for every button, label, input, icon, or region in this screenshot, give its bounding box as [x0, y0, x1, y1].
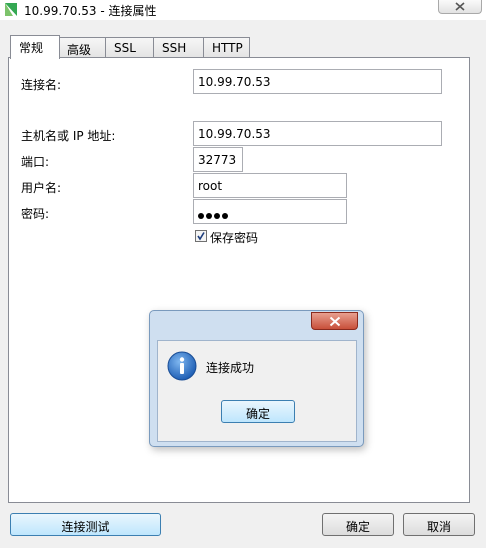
password-dot [222, 213, 228, 219]
window-title: 10.99.70.53 - 连接属性 [24, 4, 157, 18]
app-logo-icon [5, 3, 17, 16]
dialog-ok-button[interactable]: 确定 [221, 400, 295, 423]
dialog-close-button[interactable] [311, 312, 358, 330]
cancel-button[interactable]: 取消 [403, 513, 475, 536]
host-label: 主机名或 IP 地址: [21, 129, 116, 143]
window-close-button[interactable] [438, 0, 482, 14]
checkmark-icon [197, 232, 205, 241]
host-input[interactable]: 10.99.70.53 [193, 121, 442, 146]
tab-http[interactable]: HTTP [203, 37, 250, 58]
port-label: 端口: [21, 155, 50, 169]
password-dot [206, 213, 212, 219]
password-label: 密码: [21, 207, 50, 221]
tab-general[interactable]: 常规 [10, 35, 60, 59]
tab-ssl[interactable]: SSL [105, 37, 154, 58]
username-input[interactable]: root [193, 173, 347, 198]
username-label: 用户名: [21, 181, 62, 195]
password-dot [214, 213, 220, 219]
password-input[interactable] [193, 199, 347, 224]
password-mask [198, 208, 230, 222]
dialog-body: 连接成功 确定 [157, 340, 357, 442]
test-connection-button[interactable]: 连接测试 [10, 513, 161, 536]
save-password-label: 保存密码 [210, 231, 259, 245]
close-icon [455, 2, 465, 11]
dialog-message: 连接成功 [206, 361, 255, 375]
tab-advanced[interactable]: 高级 [58, 37, 106, 58]
info-icon [167, 351, 197, 381]
tab-ssh[interactable]: SSH [153, 37, 204, 58]
password-dot [198, 213, 204, 219]
connection-name-label: 连接名: [21, 78, 62, 92]
port-input[interactable]: 32773 [193, 147, 243, 172]
close-icon [329, 316, 341, 327]
title-bar: 10.99.70.53 - 连接属性 [0, 0, 486, 20]
ok-button[interactable]: 确定 [322, 513, 394, 536]
success-dialog: 连接成功 确定 [149, 310, 364, 447]
save-password-checkbox[interactable] [195, 230, 207, 242]
connection-name-input[interactable]: 10.99.70.53 [193, 69, 442, 94]
